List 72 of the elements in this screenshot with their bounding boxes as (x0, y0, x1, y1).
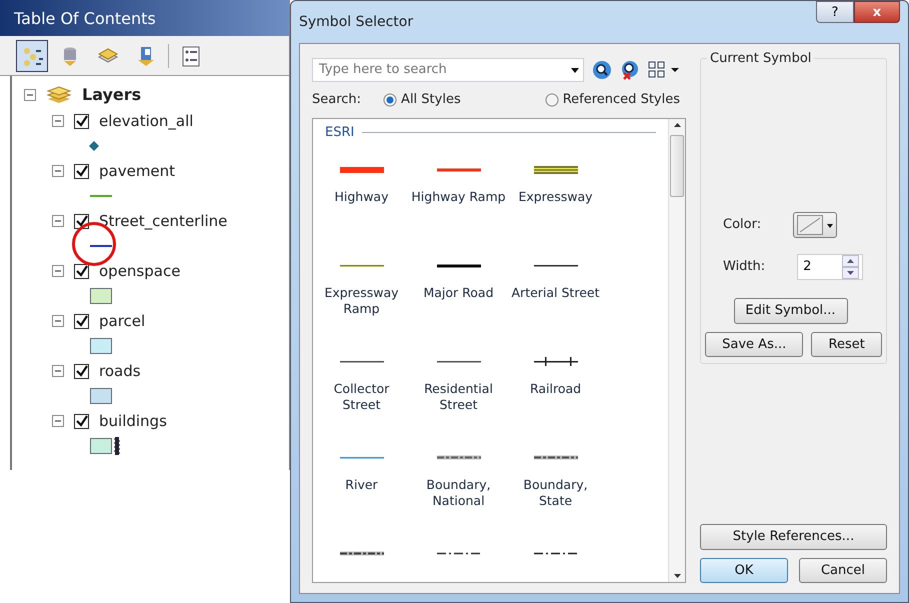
collapse-toggle-icon[interactable] (52, 265, 64, 277)
close-button[interactable]: x (854, 1, 900, 23)
layer-checkbox[interactable] (74, 264, 89, 278)
ok-button[interactable]: OK (700, 558, 788, 583)
check-icon (76, 265, 88, 277)
layer-name[interactable]: Street_centerline (99, 210, 228, 232)
scrollbar[interactable] (668, 118, 685, 582)
tree-root-label[interactable]: Layers (82, 83, 142, 107)
layer-checkbox[interactable] (74, 414, 89, 428)
layer-checkbox[interactable] (74, 164, 89, 178)
symbol-item[interactable]: Boundary, State (507, 452, 604, 548)
cancel-button[interactable]: Cancel (799, 558, 887, 583)
view-options-icon[interactable] (648, 60, 680, 80)
scroll-thumb[interactable] (670, 134, 684, 196)
layer-name[interactable]: roads (99, 360, 141, 382)
group-heading: ESRI (325, 124, 354, 142)
collapse-toggle-icon[interactable] (24, 89, 36, 101)
symbol-item[interactable]: Railroad (507, 356, 604, 452)
symbol-item[interactable]: Boundary, National (410, 452, 507, 548)
layers-icon (46, 85, 72, 105)
radio-option[interactable]: All Styles (383, 90, 461, 110)
panel-title: Table Of Contents (0, 0, 289, 36)
symbol-item[interactable]: Collector Street (313, 356, 410, 452)
color-label: Color: (723, 216, 762, 234)
color-picker-button[interactable] (793, 212, 838, 238)
symbol-item[interactable]: Residential Street (410, 356, 507, 452)
check-icon (76, 415, 88, 427)
search-combo[interactable]: Type here to search (312, 58, 584, 82)
options-list-icon (180, 44, 202, 66)
layer-checkbox[interactable] (74, 364, 89, 378)
collapse-toggle-icon[interactable] (52, 315, 64, 327)
color-swatch-icon (797, 215, 824, 235)
search-scope-label: Search: (312, 91, 362, 109)
layer-checkbox[interactable] (74, 114, 89, 128)
collapse-toggle-icon[interactable] (52, 415, 64, 427)
symbol-item[interactable]: Highway (313, 164, 410, 260)
search-icon[interactable] (592, 60, 612, 80)
symbol-item[interactable]: Highway Ramp (410, 164, 507, 260)
layer-name[interactable]: parcel (99, 310, 146, 332)
collapse-toggle-icon[interactable] (52, 165, 64, 177)
save-as-button[interactable]: Save As... (705, 332, 804, 357)
layer-checkbox[interactable] (74, 314, 89, 328)
dialog-title: Symbol Selector (299, 12, 414, 32)
caret-icon (827, 221, 834, 229)
spin-arrows-icon[interactable] (842, 255, 860, 279)
list-by-drawing-order-button[interactable] (16, 40, 48, 72)
help-button[interactable]: ? (816, 1, 854, 23)
symbol-item[interactable]: Expressway (507, 164, 604, 260)
layer-name[interactable]: openspace (99, 260, 180, 282)
check-icon (76, 165, 88, 177)
radio-option[interactable]: Referenced Styles (544, 90, 680, 110)
clear-search-icon[interactable] (620, 60, 640, 80)
symbol-item[interactable]: Major Road (410, 260, 507, 356)
check-icon (76, 115, 88, 127)
symbol-item[interactable]: River (313, 452, 410, 548)
symbol-item[interactable]: Arterial Street (507, 260, 604, 356)
collapse-toggle-icon[interactable] (52, 115, 64, 127)
check-icon (76, 315, 88, 327)
layer-name[interactable]: buildings (99, 410, 167, 432)
check-icon (76, 365, 88, 377)
layer-checkbox[interactable] (74, 214, 89, 228)
layer-name[interactable]: elevation_all (99, 110, 194, 132)
check-icon (76, 215, 88, 227)
reset-button[interactable]: Reset (811, 332, 882, 357)
width-label: Width: (723, 258, 766, 276)
layer-name[interactable]: pavement (99, 160, 176, 182)
width-spinner[interactable]: 2 (797, 254, 864, 280)
collapse-toggle-icon[interactable] (52, 215, 64, 227)
style-references-button[interactable]: Style References... (700, 524, 887, 550)
symbol-item[interactable]: Expressway Ramp (313, 260, 410, 356)
collapse-toggle-icon[interactable] (52, 365, 64, 377)
edit-symbol-button[interactable]: Edit Symbol... (734, 298, 848, 324)
